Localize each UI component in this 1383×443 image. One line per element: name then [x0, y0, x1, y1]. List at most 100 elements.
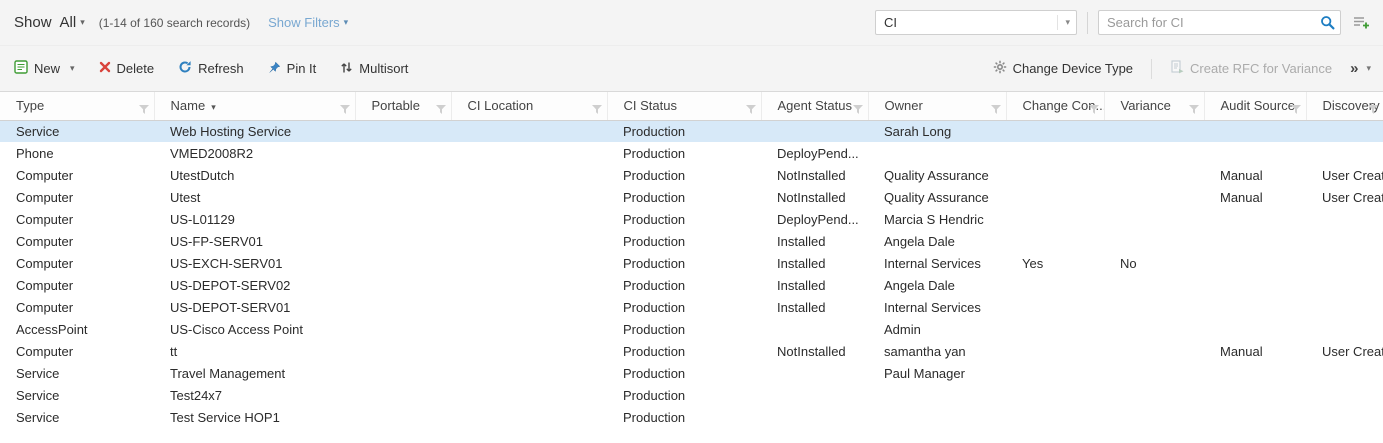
- toolbar-menu-chevron-icon[interactable]: ▾: [1366, 63, 1371, 74]
- filter-funnel-icon[interactable]: [592, 102, 602, 117]
- cell-audit_source: [1204, 296, 1306, 318]
- cell-agent_status: [761, 318, 868, 340]
- filter-funnel-icon[interactable]: [436, 102, 446, 117]
- column-header-type[interactable]: Type: [0, 92, 154, 120]
- cell-ci_status: Production: [607, 406, 761, 428]
- cell-discovery: [1306, 362, 1383, 384]
- cell-discovery: [1306, 208, 1383, 230]
- cell-portable: [355, 296, 451, 318]
- cell-discovery: [1306, 230, 1383, 252]
- column-header-label: Audit Source: [1221, 98, 1295, 113]
- column-header-ci_location[interactable]: CI Location: [451, 92, 607, 120]
- cell-type: Service: [0, 384, 154, 406]
- create-rfc-button[interactable]: Create RFC for Variance: [1170, 60, 1332, 77]
- show-filters-link[interactable]: Show Filters ▾: [268, 15, 348, 30]
- delete-button[interactable]: Delete: [99, 61, 155, 76]
- add-search-icon[interactable]: [1353, 15, 1371, 31]
- cell-ci_status: Production: [607, 296, 761, 318]
- toolbar-overflow-button[interactable]: »: [1350, 60, 1358, 77]
- multisort-button[interactable]: Multisort: [340, 61, 408, 77]
- cell-change_con: [1006, 340, 1104, 362]
- cell-discovery: User Creat...: [1306, 164, 1383, 186]
- cell-change_con: [1006, 186, 1104, 208]
- table-row[interactable]: ServiceTest Service HOP1Production: [0, 406, 1383, 428]
- table-row[interactable]: ComputerUtestProductionNotInstalledQuali…: [0, 186, 1383, 208]
- cell-variance: No: [1104, 252, 1204, 274]
- cell-audit_source: [1204, 318, 1306, 340]
- filter-funnel-icon[interactable]: [1189, 102, 1199, 117]
- column-header-owner[interactable]: Owner: [868, 92, 1006, 120]
- column-header-label: Type: [16, 98, 44, 113]
- column-header-discovery[interactable]: Discovery: [1306, 92, 1383, 120]
- filter-funnel-icon[interactable]: [746, 102, 756, 117]
- table-row[interactable]: ComputerUS-L01129ProductionDeployPend...…: [0, 208, 1383, 230]
- filter-funnel-icon[interactable]: [1368, 102, 1378, 117]
- cell-agent_status: [761, 120, 868, 142]
- cell-ci_location: [451, 208, 607, 230]
- column-header-change_con[interactable]: Change Con...: [1006, 92, 1104, 120]
- table-row[interactable]: ComputerUtestDutchProductionNotInstalled…: [0, 164, 1383, 186]
- cell-name: US-Cisco Access Point: [154, 318, 355, 340]
- cell-ci_status: Production: [607, 120, 761, 142]
- search-icon[interactable]: [1320, 15, 1335, 30]
- cell-owner: [868, 384, 1006, 406]
- filter-funnel-icon[interactable]: [1291, 102, 1301, 117]
- cell-variance: [1104, 230, 1204, 252]
- record-count: (1-14 of 160 search records): [99, 16, 250, 30]
- column-header-ci_status[interactable]: CI Status: [607, 92, 761, 120]
- new-button[interactable]: New ▾: [14, 60, 75, 77]
- cell-change_con: [1006, 274, 1104, 296]
- column-header-variance[interactable]: Variance: [1104, 92, 1204, 120]
- filter-funnel-icon[interactable]: [139, 102, 149, 117]
- table-row[interactable]: PhoneVMED2008R2ProductionDeployPend...: [0, 142, 1383, 164]
- table-row[interactable]: ServiceWeb Hosting ServiceProductionSara…: [0, 120, 1383, 142]
- cell-change_con: [1006, 384, 1104, 406]
- table-row[interactable]: AccessPointUS-Cisco Access PointProducti…: [0, 318, 1383, 340]
- cell-variance: [1104, 406, 1204, 428]
- toolbar-left-group: New ▾ Delete Refresh Pin It: [14, 60, 432, 77]
- cell-variance: [1104, 274, 1204, 296]
- gear-icon: [993, 60, 1007, 77]
- search-type-dropdown[interactable]: CI ▾: [875, 10, 1077, 35]
- table-row[interactable]: ServiceTravel ManagementProductionPaul M…: [0, 362, 1383, 384]
- cell-portable: [355, 252, 451, 274]
- cell-agent_status: Installed: [761, 230, 868, 252]
- cell-ci_status: Production: [607, 230, 761, 252]
- cell-type: Computer: [0, 230, 154, 252]
- table-row[interactable]: ComputerUS-DEPOT-SERV01ProductionInstall…: [0, 296, 1383, 318]
- pin-it-button[interactable]: Pin It: [268, 61, 317, 77]
- filter-funnel-icon[interactable]: [853, 102, 863, 117]
- cell-portable: [355, 274, 451, 296]
- cell-name: US-FP-SERV01: [154, 230, 355, 252]
- cell-discovery: User Creat...: [1306, 186, 1383, 208]
- filter-funnel-icon[interactable]: [340, 102, 350, 117]
- change-device-type-button[interactable]: Change Device Type: [993, 60, 1133, 77]
- column-header-portable[interactable]: Portable: [355, 92, 451, 120]
- cell-ci_location: [451, 362, 607, 384]
- show-scope-dropdown[interactable]: All ▾: [60, 14, 85, 31]
- search-input[interactable]: [1098, 10, 1341, 35]
- cell-audit_source: Manual: [1204, 340, 1306, 362]
- cell-audit_source: Manual: [1204, 164, 1306, 186]
- cell-variance: [1104, 142, 1204, 164]
- cell-name: tt: [154, 340, 355, 362]
- new-button-label: New: [34, 61, 60, 76]
- cell-name: VMED2008R2: [154, 142, 355, 164]
- table-row[interactable]: ServiceTest24x7Production: [0, 384, 1383, 406]
- column-header-audit_source[interactable]: Audit Source: [1204, 92, 1306, 120]
- filter-funnel-icon[interactable]: [1089, 102, 1099, 117]
- cell-variance: [1104, 362, 1204, 384]
- refresh-button[interactable]: Refresh: [178, 60, 244, 77]
- table-row[interactable]: ComputerUS-DEPOT-SERV02ProductionInstall…: [0, 274, 1383, 296]
- pin-icon: [268, 61, 281, 77]
- filter-funnel-icon[interactable]: [991, 102, 1001, 117]
- cell-audit_source: [1204, 230, 1306, 252]
- column-header-name[interactable]: Name▾: [154, 92, 355, 120]
- cell-portable: [355, 318, 451, 340]
- column-header-agent_status[interactable]: Agent Status: [761, 92, 868, 120]
- table-row[interactable]: ComputerttProductionNotInstalledsamantha…: [0, 340, 1383, 362]
- table-row[interactable]: ComputerUS-EXCH-SERV01ProductionInstalle…: [0, 252, 1383, 274]
- cell-ci_location: [451, 164, 607, 186]
- search-box: [1098, 10, 1341, 35]
- table-row[interactable]: ComputerUS-FP-SERV01ProductionInstalledA…: [0, 230, 1383, 252]
